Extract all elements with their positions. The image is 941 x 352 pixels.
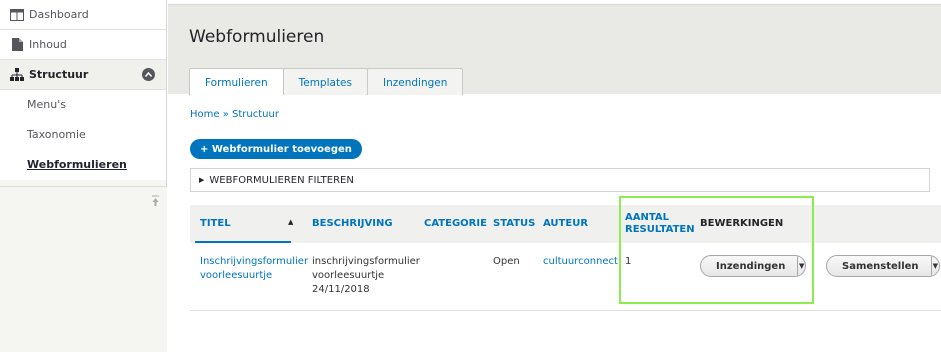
chevron-up-icon[interactable] <box>142 68 155 81</box>
sidebar-item-structuur[interactable]: Structuur <box>0 60 166 90</box>
cell-beschrijving-line3: 24/11/2018 <box>312 284 370 295</box>
cell-status: Open <box>493 256 520 267</box>
column-header-aantal-line1: AANTAL <box>625 212 670 223</box>
sidebar-item-label: Inhoud <box>29 38 67 51</box>
sidebar-subitem-menus[interactable]: Menu's <box>0 90 166 120</box>
table-row: Inschrijvingsformulier voorleesuurtje in… <box>190 243 941 311</box>
cell-titel-line1: Inschrijvingsformulier <box>200 256 309 267</box>
page-header: Webformulieren Formulieren Templates Inz… <box>168 4 941 97</box>
document-icon <box>10 38 24 52</box>
dashboard-icon <box>10 8 24 22</box>
tab-templates[interactable]: Templates <box>282 68 368 96</box>
column-header-aantal-line2: RESULTATEN <box>625 224 695 235</box>
inzendingen-dropbutton: Inzendingen ▼ <box>700 255 806 277</box>
column-header-aantal-resultaten[interactable]: AANTAL RESULTATEN <box>625 205 695 243</box>
sidebar: Dashboard Inhoud Structuur Menu's Taxono… <box>0 0 167 352</box>
chevron-down-icon[interactable]: ▼ <box>797 256 805 276</box>
add-webformulier-button[interactable]: + Webformulier toevoegen <box>190 139 362 159</box>
sidebar-footer <box>0 186 167 352</box>
cell-titel[interactable]: Inschrijvingsformulier voorleesuurtje <box>200 255 308 283</box>
inzendingen-button[interactable]: Inzendingen <box>701 256 797 276</box>
tab-inzendingen[interactable]: Inzendingen <box>367 68 464 96</box>
cell-auteur[interactable]: cultuurconnect <box>543 255 618 269</box>
column-header-beschrijving[interactable]: BESCHRIJVING <box>312 205 393 243</box>
cell-titel-line2: voorleesuurtje <box>200 270 273 281</box>
sidebar-subitem-label: Taxonomie <box>27 128 86 141</box>
column-header-categorie[interactable]: CATEGORIE <box>424 205 487 243</box>
sidebar-subitem-taxonomie[interactable]: Taxonomie <box>0 120 166 150</box>
cell-beschrijving: inschrijvingsformulier voorleesuurtje 24… <box>312 255 420 297</box>
sidebar-item-dashboard[interactable]: Dashboard <box>0 0 166 30</box>
sidebar-item-label: Dashboard <box>29 8 89 21</box>
samenstellen-button[interactable]: Samenstellen <box>827 256 931 276</box>
cell-beschrijving-line2: voorleesuurtje <box>312 270 385 281</box>
main-content: Home » Structuur + Webformulier toevoege… <box>168 95 941 352</box>
sidebar-item-label: Structuur <box>29 68 89 81</box>
cell-aantal: 1 <box>625 256 632 267</box>
sidebar-item-inhoud[interactable]: Inhoud <box>0 30 166 60</box>
pin-icon[interactable] <box>152 195 159 210</box>
triangle-right-icon: ▶ <box>199 176 205 184</box>
samenstellen-dropbutton: Samenstellen ▼ <box>826 255 940 277</box>
chevron-down-icon[interactable]: ▼ <box>930 256 939 276</box>
tab-formulieren[interactable]: Formulieren <box>189 68 284 97</box>
sort-up-icon[interactable]: ▲ <box>288 218 293 226</box>
sidebar-subitem-webformulieren[interactable]: Webformulieren <box>0 150 166 180</box>
tab-bar: Formulieren Templates Inzendingen <box>189 68 464 97</box>
column-header-bewerkingen: BEWERKINGEN <box>700 218 784 229</box>
breadcrumb[interactable]: Home » Structuur <box>190 109 279 120</box>
page-title: Webformulieren <box>189 27 325 47</box>
sitemap-icon <box>10 68 24 82</box>
sidebar-subitem-label: Menu's <box>27 98 66 111</box>
sidebar-subitem-label: Webformulieren <box>27 158 127 171</box>
table-header: TITEL ▲ BESCHRIJVING CATEGORIE STATUS AU… <box>190 205 941 243</box>
cell-beschrijving-line1: inschrijvingsformulier <box>312 256 420 267</box>
column-header-titel[interactable]: TITEL <box>200 205 231 243</box>
filter-label: WEBFORMULIEREN FILTEREN <box>209 174 354 186</box>
column-header-auteur[interactable]: AUTEUR <box>543 205 588 243</box>
column-header-status[interactable]: STATUS <box>493 205 535 243</box>
filter-details-toggle[interactable]: ▶ WEBFORMULIEREN FILTEREN <box>190 168 930 192</box>
